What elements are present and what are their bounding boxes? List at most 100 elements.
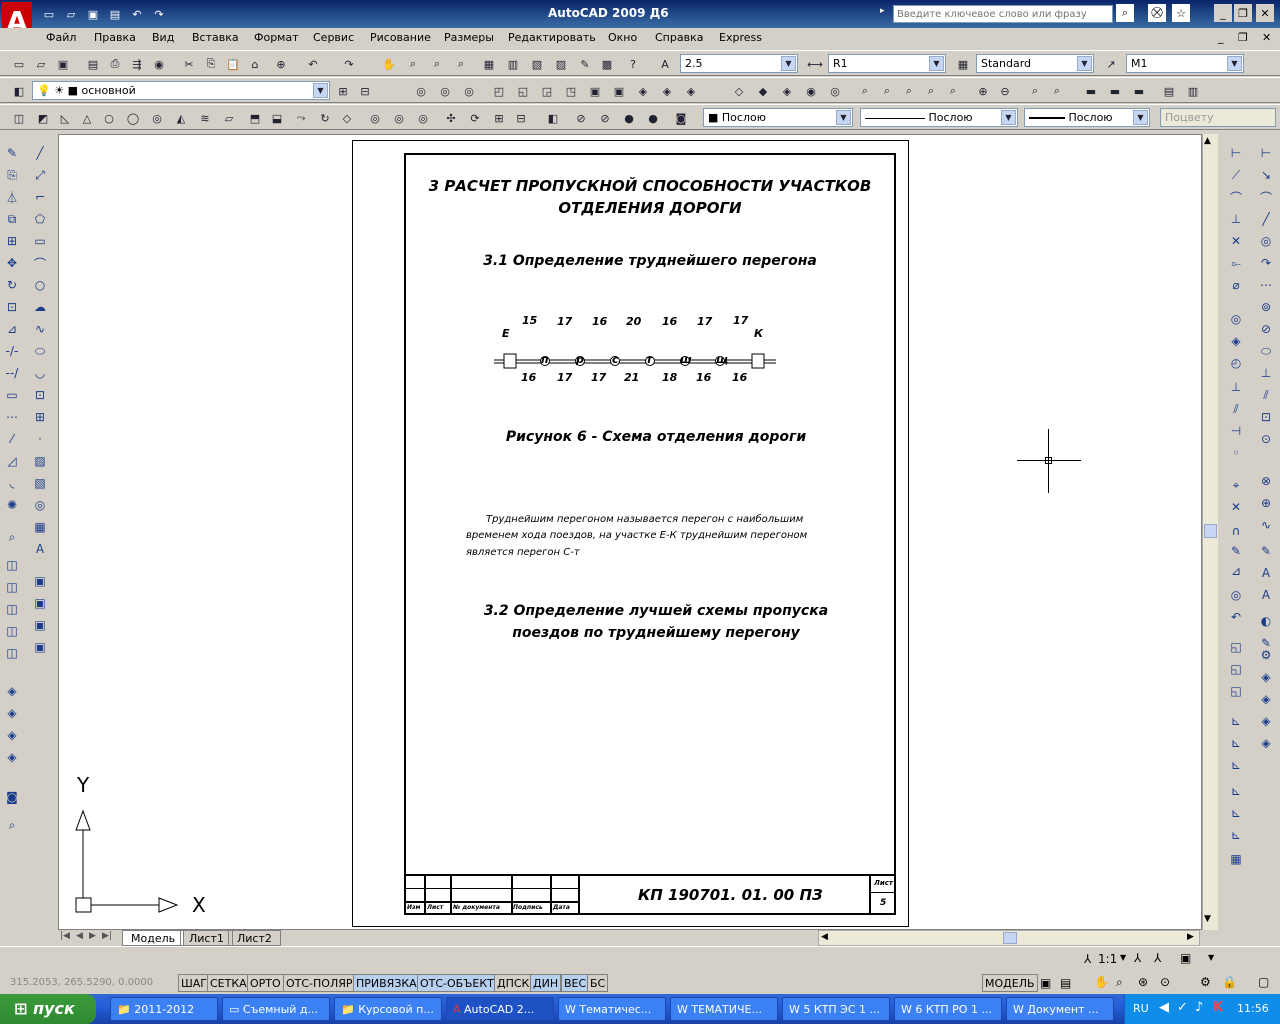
ucs-tool1-icon[interactable]: ⊾	[1227, 712, 1245, 730]
menu-draw[interactable]: Рисование	[370, 31, 431, 44]
linetype-combo[interactable]: Послою ▼	[860, 108, 1018, 127]
model-space-button[interactable]: МОДЕЛЬ	[982, 974, 1038, 992]
draw-order-front-icon[interactable]: ▬	[1082, 82, 1100, 100]
annotation-scale[interactable]: 1:1	[1098, 952, 1117, 966]
tool-right-e-icon[interactable]: ◈	[1257, 690, 1275, 708]
view-tool2-icon[interactable]: ◱	[1227, 660, 1245, 678]
showmotion-icon[interactable]: ⊙	[1160, 975, 1170, 989]
settings-status-icon[interactable]: ⚙	[1200, 975, 1211, 989]
preview-icon[interactable]: ⎙	[106, 55, 124, 73]
match-properties-icon[interactable]: ⌂	[246, 55, 264, 73]
dim-linear-icon[interactable]: ⊢	[1227, 144, 1245, 162]
mleader-style-icon[interactable]: ↗	[1102, 55, 1120, 73]
ucs-tool7-icon[interactable]: ▦	[1227, 850, 1245, 868]
block-editor-icon[interactable]: ⊕	[272, 55, 290, 73]
color-picker-icon[interactable]: ◙	[672, 109, 690, 127]
tab-last-icon[interactable]: ▶|	[102, 931, 112, 941]
ortho-mode-button[interactable]: ОРТО	[247, 974, 284, 992]
snap-none-icon[interactable]: ⊕	[1257, 494, 1275, 512]
tray-volume-icon[interactable]: ♪	[1195, 1000, 1203, 1015]
light3-left-icon[interactable]: ◈	[3, 726, 21, 744]
horizontal-scrollbar[interactable]: ◀ ▶	[818, 930, 1200, 946]
3d-face-left-icon[interactable]: ◫	[3, 578, 21, 596]
task-doc-thematic[interactable]: W Тематичес...	[558, 997, 666, 1021]
maximize-button[interactable]: ❐	[1234, 4, 1252, 22]
undo-icon[interactable]: ↶	[128, 5, 146, 23]
extend-icon[interactable]: --/	[3, 364, 21, 382]
lineweight-button[interactable]: ВЕС	[561, 974, 590, 992]
snap-apparent-icon[interactable]: ↷	[1257, 254, 1275, 272]
zoom-realtime-icon[interactable]: ⌕	[404, 55, 422, 73]
scroll-down-icon[interactable]: ▼	[1204, 914, 1211, 924]
arc-icon[interactable]: ⌒	[31, 254, 49, 272]
snap-intersection-icon[interactable]: ◎	[1257, 232, 1275, 250]
break-at-point-icon[interactable]: ⋯	[3, 408, 21, 426]
text-edit-icon[interactable]: ✎	[1257, 542, 1275, 560]
dim-aligned-icon[interactable]: ⟋	[1227, 166, 1245, 184]
layer-combo[interactable]: 💡 ☀ ■ основной ▼	[32, 81, 330, 100]
erase-icon[interactable]: ✎	[3, 144, 21, 162]
visual-style-icon[interactable]: ◇	[730, 82, 748, 100]
quick-view-icon[interactable]: ▤	[1060, 976, 1071, 990]
3d-edge-left-icon[interactable]: ◫	[3, 644, 21, 662]
doc-close-button[interactable]: ✕	[1262, 31, 1271, 44]
favorites-icon[interactable]: ☆	[1172, 4, 1190, 22]
ucs-tool2-icon[interactable]: ⊾	[1227, 734, 1245, 752]
snap-quadrant-icon[interactable]: ⊘	[1257, 320, 1275, 338]
3d-box-left-icon[interactable]: ◫	[3, 556, 21, 574]
dim-override-icon[interactable]: ↶	[1227, 608, 1245, 626]
snap-endpoint-icon[interactable]: ⌒	[1257, 188, 1275, 206]
revcloud-icon[interactable]: ☁	[31, 298, 49, 316]
dim-tolerance-icon[interactable]: ◦	[1227, 444, 1245, 462]
annotation-visibility-icon[interactable]: ⅄	[1134, 951, 1141, 965]
point-icon[interactable]: ·	[31, 430, 49, 448]
task-removable[interactable]: ▭ Съемный д...	[222, 997, 330, 1021]
menu-modify[interactable]: Редактировать	[508, 31, 596, 44]
plot-icon[interactable]: ▤	[84, 55, 102, 73]
view-right-icon[interactable]: ◳	[562, 82, 580, 100]
wedge-icon[interactable]: ◩	[34, 109, 52, 127]
lock-status-icon[interactable]: 🔒	[1222, 975, 1237, 989]
zoom-all-icon[interactable]: ⌕	[1026, 82, 1044, 100]
menu-help[interactable]: Справка	[655, 31, 703, 44]
dim-angular-icon[interactable]: ◎	[1227, 310, 1245, 328]
ucs-tool4-icon[interactable]: ⊾	[1227, 782, 1245, 800]
dim-quick-icon[interactable]: ◈	[1227, 332, 1245, 350]
paste-icon[interactable]: 📋	[224, 55, 242, 73]
snap-extension-icon[interactable]: ⋯	[1257, 276, 1275, 294]
task-autocad[interactable]: A AutoCAD 2...	[446, 997, 554, 1021]
view-left-icon[interactable]: ◲	[538, 82, 556, 100]
annotation-autoscale-icon[interactable]: ⅄	[1154, 951, 1161, 965]
cylinder-icon[interactable]: ◯	[124, 109, 142, 127]
material-icon[interactable]: ●	[620, 109, 638, 127]
tool-right-c-icon[interactable]: ⚙	[1257, 646, 1275, 664]
text-find-icon[interactable]: A	[1257, 564, 1275, 582]
menu-tools[interactable]: Сервис	[313, 31, 354, 44]
view-se-iso-icon[interactable]: ◈	[658, 82, 676, 100]
region-icon[interactable]: ◎	[31, 496, 49, 514]
coordinates-readout[interactable]: 315.2053, 265.5290, 0.0000	[10, 977, 153, 988]
zoom-window-icon[interactable]: ⌕	[428, 55, 446, 73]
3d-array-icon[interactable]: ⊟	[512, 109, 530, 127]
dim-break-icon[interactable]: ⊣	[1227, 422, 1245, 440]
menu-edit[interactable]: Правка	[94, 31, 136, 44]
snap-insert-icon[interactable]: ⊡	[1257, 408, 1275, 426]
tray-dropdown-icon[interactable]: ▼	[1208, 953, 1214, 962]
line-icon[interactable]: ╱	[31, 144, 49, 162]
zoom-scale-left-icon[interactable]: ⌕	[3, 528, 21, 546]
quick-calc-icon[interactable]: ▩	[598, 55, 616, 73]
draw-order-back-icon[interactable]: ▬	[1106, 82, 1124, 100]
menu-view[interactable]: Вид	[152, 31, 174, 44]
menu-insert[interactable]: Вставка	[192, 31, 239, 44]
explode-icon[interactable]: ✺	[3, 496, 21, 514]
table-style-icon[interactable]: ▦	[954, 55, 972, 73]
copy-icon[interactable]: ⎘	[202, 55, 220, 73]
dim-jogged-icon[interactable]: ⟜	[1227, 254, 1245, 272]
break-icon[interactable]: ▭	[3, 386, 21, 404]
dim-style-icon[interactable]: ⟷	[806, 55, 824, 73]
dim-radius-icon[interactable]: ✕	[1227, 232, 1245, 250]
clean-screen-icon[interactable]: ▢	[1258, 975, 1269, 989]
sphere-icon[interactable]: ○	[100, 109, 118, 127]
properties-icon[interactable]: ▦	[480, 55, 498, 73]
ucs-tool6-icon[interactable]: ⊾	[1227, 826, 1245, 844]
